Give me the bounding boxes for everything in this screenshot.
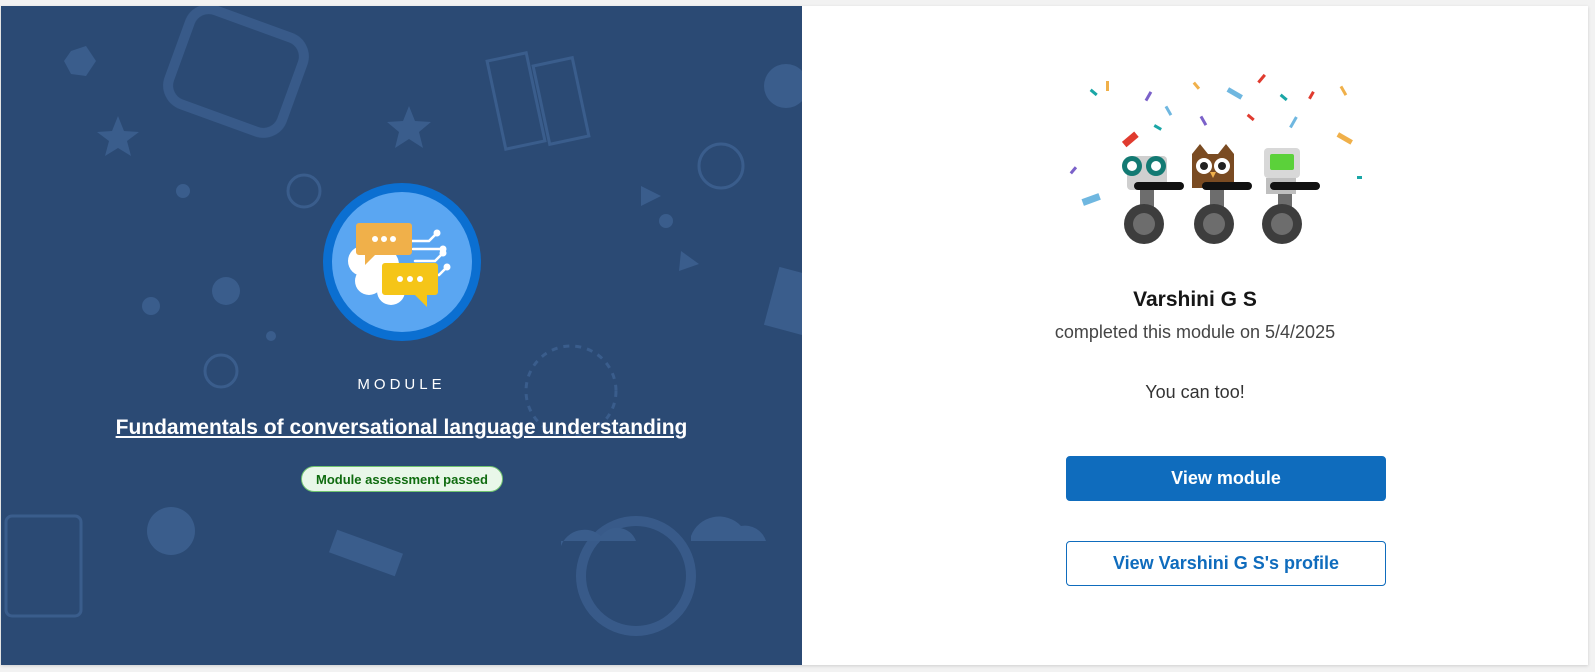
completion-text: completed this module on 5/4/2025: [1054, 322, 1336, 342]
profile-panel: Varshini G S completed this module on 5/…: [802, 6, 1588, 665]
view-profile-button[interactable]: View Varshini G S's profile: [1066, 541, 1386, 586]
achievement-card: MODULE Fundamentals of conversational la…: [1, 6, 1588, 665]
cta-text: You can too!: [1145, 382, 1245, 402]
module-panel: MODULE Fundamentals of conversational la…: [1, 6, 802, 665]
view-module-button[interactable]: View module: [1066, 456, 1386, 501]
module-badge: [321, 181, 483, 343]
module-title-link[interactable]: Fundamentals of conversational language …: [1, 416, 802, 440]
celebrating-mascots-illustration: [1069, 73, 1362, 244]
chat-bubbles-brain-icon: [323, 183, 481, 341]
module-eyebrow: MODULE: [357, 376, 446, 393]
user-name: Varshini G S: [1133, 288, 1257, 311]
assessment-status-badge: Module assessment passed: [301, 466, 503, 492]
